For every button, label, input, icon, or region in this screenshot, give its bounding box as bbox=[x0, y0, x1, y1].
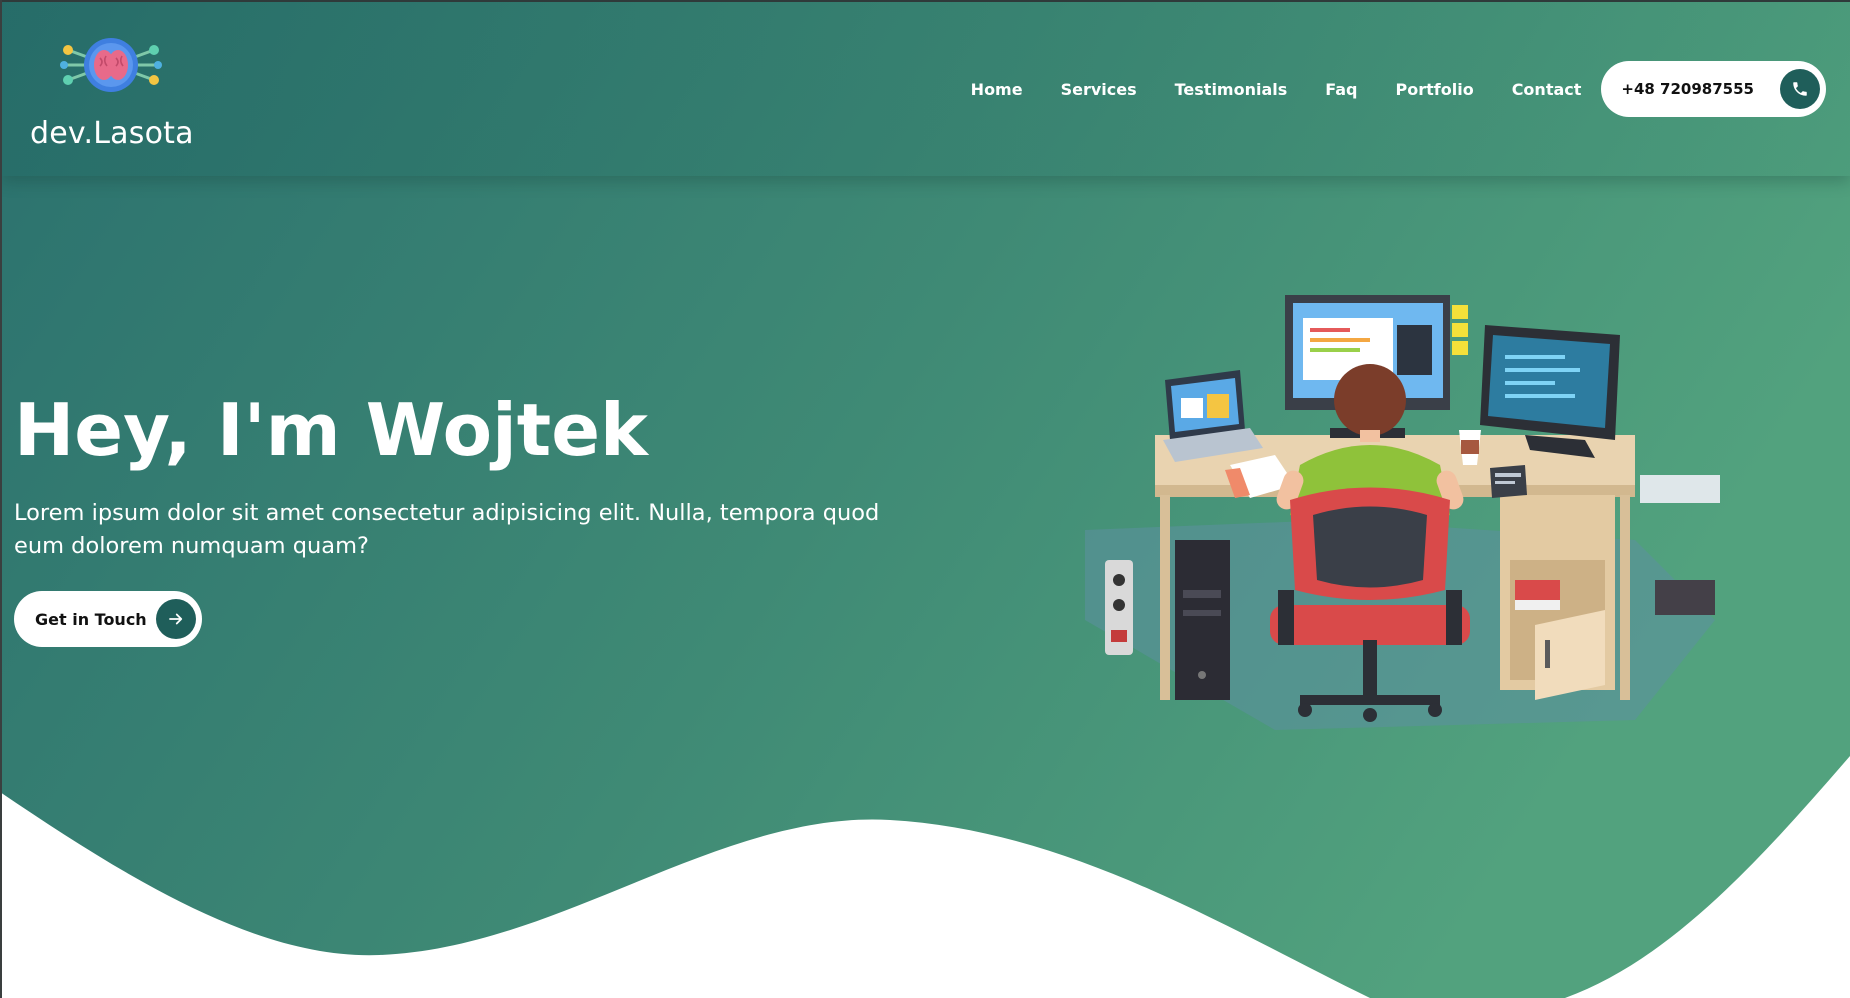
nav-item-home[interactable]: Home bbox=[971, 80, 1023, 99]
brand-name[interactable]: dev.Lasota bbox=[30, 116, 194, 151]
nav-item-faq[interactable]: Faq bbox=[1325, 80, 1357, 99]
developer-workstation-illustration bbox=[1085, 295, 1720, 730]
site-header: dev.Lasota Home Services Testimonials Fa… bbox=[0, 0, 1850, 176]
main-nav: Home Services Testimonials Faq Portfolio… bbox=[971, 61, 1826, 117]
phone-icon bbox=[1780, 69, 1820, 109]
nav-item-contact[interactable]: Contact bbox=[1512, 80, 1582, 99]
phone-button[interactable]: +48 720987555 bbox=[1601, 61, 1826, 117]
nav-item-portfolio[interactable]: Portfolio bbox=[1396, 80, 1474, 99]
page: dev.Lasota Home Services Testimonials Fa… bbox=[0, 0, 1850, 998]
cta-label: Get in Touch bbox=[35, 609, 147, 629]
hero-title: Hey, I'm Wojtek bbox=[14, 388, 648, 472]
brain-circuit-icon bbox=[60, 38, 162, 92]
phone-number: +48 720987555 bbox=[1621, 80, 1754, 98]
hero-subtitle: Lorem ipsum dolor sit amet consectetur a… bbox=[14, 500, 880, 559]
nav-item-testimonials[interactable]: Testimonials bbox=[1175, 80, 1288, 99]
nav-item-services[interactable]: Services bbox=[1061, 80, 1137, 99]
brand-logo[interactable]: dev.Lasota bbox=[30, 30, 210, 160]
arrow-right-icon bbox=[156, 599, 196, 639]
get-in-touch-button[interactable]: Get in Touch bbox=[14, 591, 202, 647]
